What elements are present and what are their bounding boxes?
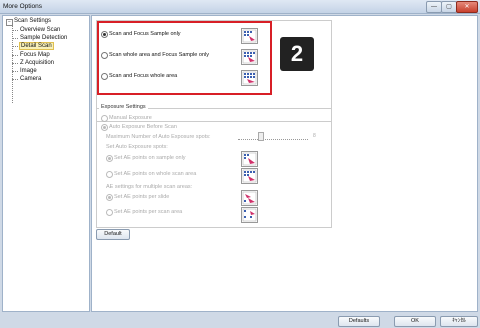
tree-root-scan-settings[interactable]: Scan Settings — [14, 18, 51, 24]
max-ae-spots-slider[interactable] — [238, 132, 308, 141]
ae-whole-area-thumbnail — [241, 168, 258, 184]
window-title: More Options — [3, 3, 43, 10]
scan-area-highlight — [97, 21, 272, 95]
ae-per-slide-label: Set AE points per slide — [114, 194, 170, 200]
auto-exposure-radio[interactable] — [101, 124, 108, 131]
ae-whole-area-radio[interactable] — [106, 171, 113, 178]
tree-connector — [12, 30, 18, 31]
tree-item-z-acquisition[interactable]: Z Acquisition — [20, 60, 54, 66]
max-ae-spots-value: 8 — [313, 133, 316, 139]
ae-per-scan-area-radio[interactable] — [106, 209, 113, 216]
tree-connector — [12, 25, 13, 103]
ae-per-scan-area-thumbnail — [241, 207, 258, 223]
ae-sample-only-thumbnail — [241, 151, 258, 167]
tree-item-detail-scan[interactable]: Detail Scan — [19, 42, 54, 50]
slider-knob[interactable] — [258, 132, 264, 141]
ae-per-scan-area-label: Set AE points per scan area — [114, 209, 183, 215]
ok-button[interactable]: OK — [394, 316, 436, 327]
close-button[interactable]: ✕ — [456, 1, 478, 13]
exposure-settings-legend: Exposure Settings — [99, 104, 148, 110]
tree-connector — [12, 71, 18, 72]
cancel-button[interactable]: ｷｬﾝｾﾙ — [440, 316, 478, 327]
ae-multiple-areas-label: AE settings for multiple scan areas: — [106, 184, 193, 190]
default-button[interactable]: Default — [96, 229, 130, 240]
tree-item-overview-scan[interactable]: Overview Scan — [20, 27, 60, 33]
tree-item-sample-detection[interactable]: Sample Detection — [20, 35, 67, 41]
tree-item-image[interactable]: Image — [20, 68, 37, 74]
tree-connector — [12, 63, 18, 64]
manual-exposure-label: Manual Exposure — [109, 115, 152, 121]
title-bar: More Options — ▢ ✕ — [0, 0, 480, 14]
maximize-button[interactable]: ▢ — [441, 1, 457, 13]
tree-connector — [12, 55, 18, 56]
max-ae-spots-label: Maximum Number of Auto Exposure spots: — [106, 134, 211, 140]
tree-connector — [12, 38, 18, 39]
manual-exposure-radio[interactable] — [101, 115, 108, 122]
dialog-button-bar: Defaults OK ｷｬﾝｾﾙ — [0, 312, 480, 328]
minimize-button[interactable]: — — [426, 1, 442, 13]
ae-sample-only-radio[interactable] — [106, 155, 113, 162]
ae-sample-only-label: Set AE points on sample only — [114, 155, 186, 161]
ae-per-slide-thumbnail — [241, 190, 258, 206]
tree-connector — [12, 46, 18, 47]
settings-tree: − Scan Settings Overview Scan Sample Det… — [2, 15, 90, 312]
tree-connector — [12, 79, 18, 80]
step-callout: 2 — [280, 37, 314, 71]
tree-item-camera[interactable]: Camera — [20, 76, 41, 82]
auto-exposure-label: Auto Exposure Before Scan — [109, 124, 177, 130]
ae-whole-area-label: Set AE points on whole scan area — [114, 171, 197, 177]
ae-per-slide-radio[interactable] — [106, 194, 113, 201]
defaults-button[interactable]: Defaults — [338, 316, 380, 327]
set-ae-spots-label: Set Auto Exposure spots: — [106, 144, 168, 150]
tree-item-focus-map[interactable]: Focus Map — [20, 52, 50, 58]
